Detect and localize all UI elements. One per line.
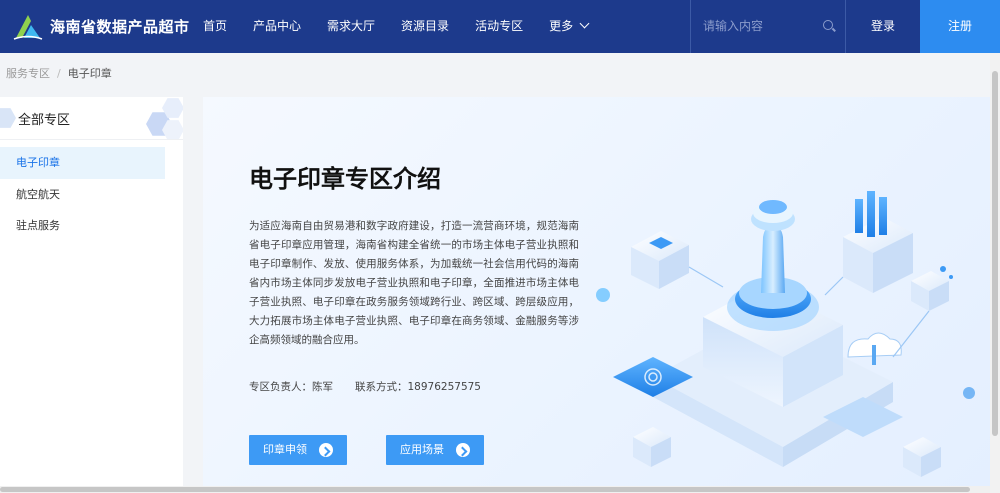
nav-events[interactable]: 活动专区	[462, 0, 536, 53]
breadcrumb: 服务专区 / 电子印章	[6, 65, 112, 81]
hexagon-decoration-icon	[0, 108, 16, 128]
e-seal-illustration-icon	[596, 191, 975, 477]
arrow-right-circle-icon	[456, 443, 470, 457]
vertical-scrollbar-thumb[interactable]	[992, 71, 998, 436]
search-box	[690, 0, 846, 53]
horizontal-scrollbar[interactable]	[0, 486, 990, 493]
sidebar-title[interactable]: 全部专区	[18, 109, 70, 128]
chevron-down-icon	[579, 18, 590, 29]
site-logo-icon[interactable]	[12, 12, 44, 42]
application-scenes-label: 应用场景	[400, 443, 444, 456]
sidebar-divider	[0, 139, 183, 140]
nav-more-label: 更多	[549, 19, 574, 33]
breadcrumb-current: 电子印章	[67, 67, 112, 80]
breadcrumb-parent[interactable]: 服务专区	[6, 67, 50, 80]
sidebar-item-onsite-service[interactable]: 驻点服务	[0, 210, 165, 242]
arrow-right-circle-icon	[319, 443, 333, 457]
nav-products[interactable]: 产品中心	[240, 0, 314, 53]
contact-info: 专区负责人：陈军 联系方式：18976257575	[249, 379, 481, 394]
nav-more[interactable]: 更多	[536, 0, 601, 53]
horizontal-scrollbar-thumb[interactable]	[0, 487, 970, 492]
phone-label: 联系方式：	[355, 381, 408, 393]
nav-demands[interactable]: 需求大厅	[314, 0, 388, 53]
nav-home[interactable]: 首页	[190, 0, 240, 53]
owner-name: 陈军	[312, 381, 333, 393]
breadcrumb-separator: /	[57, 67, 61, 80]
main-nav: 首页 产品中心 需求大厅 资源目录 活动专区 更多	[190, 0, 601, 53]
search-icon[interactable]	[823, 20, 833, 30]
phone-number: 18976257575	[407, 381, 482, 393]
application-scenes-button[interactable]: 应用场景	[386, 435, 484, 465]
zone-description: 为适应海南自由贸易港和数字政府建设，打造一流营商环境，规范海南省电子印章应用管理…	[249, 220, 579, 346]
register-button[interactable]: 注册	[920, 0, 1000, 53]
login-button[interactable]: 登录	[846, 0, 920, 53]
apply-seal-label: 印章申领	[263, 443, 307, 456]
nav-catalog[interactable]: 资源目录	[388, 0, 462, 53]
site-title[interactable]: 海南省数据产品超市	[50, 16, 190, 37]
page-title: 电子印章专区介绍	[249, 165, 441, 193]
sidebar-item-e-seal[interactable]: 电子印章	[0, 147, 165, 179]
main-panel: 电子印章专区介绍 为适应海南自由贸易港和数字政府建设，打造一流营商环境，规范海南…	[203, 97, 990, 493]
owner-label: 专区负责人：	[249, 381, 312, 393]
apply-seal-button[interactable]: 印章申领	[249, 435, 347, 465]
search-input[interactable]	[703, 16, 813, 36]
top-header: 海南省数据产品超市 首页 产品中心 需求大厅 资源目录 活动专区 更多 登录 注…	[0, 0, 1000, 53]
sidebar: 全部专区 电子印章 航空航天 驻点服务	[0, 97, 183, 493]
vertical-scrollbar[interactable]	[990, 53, 1000, 493]
sidebar-item-aerospace[interactable]: 航空航天	[0, 179, 165, 211]
